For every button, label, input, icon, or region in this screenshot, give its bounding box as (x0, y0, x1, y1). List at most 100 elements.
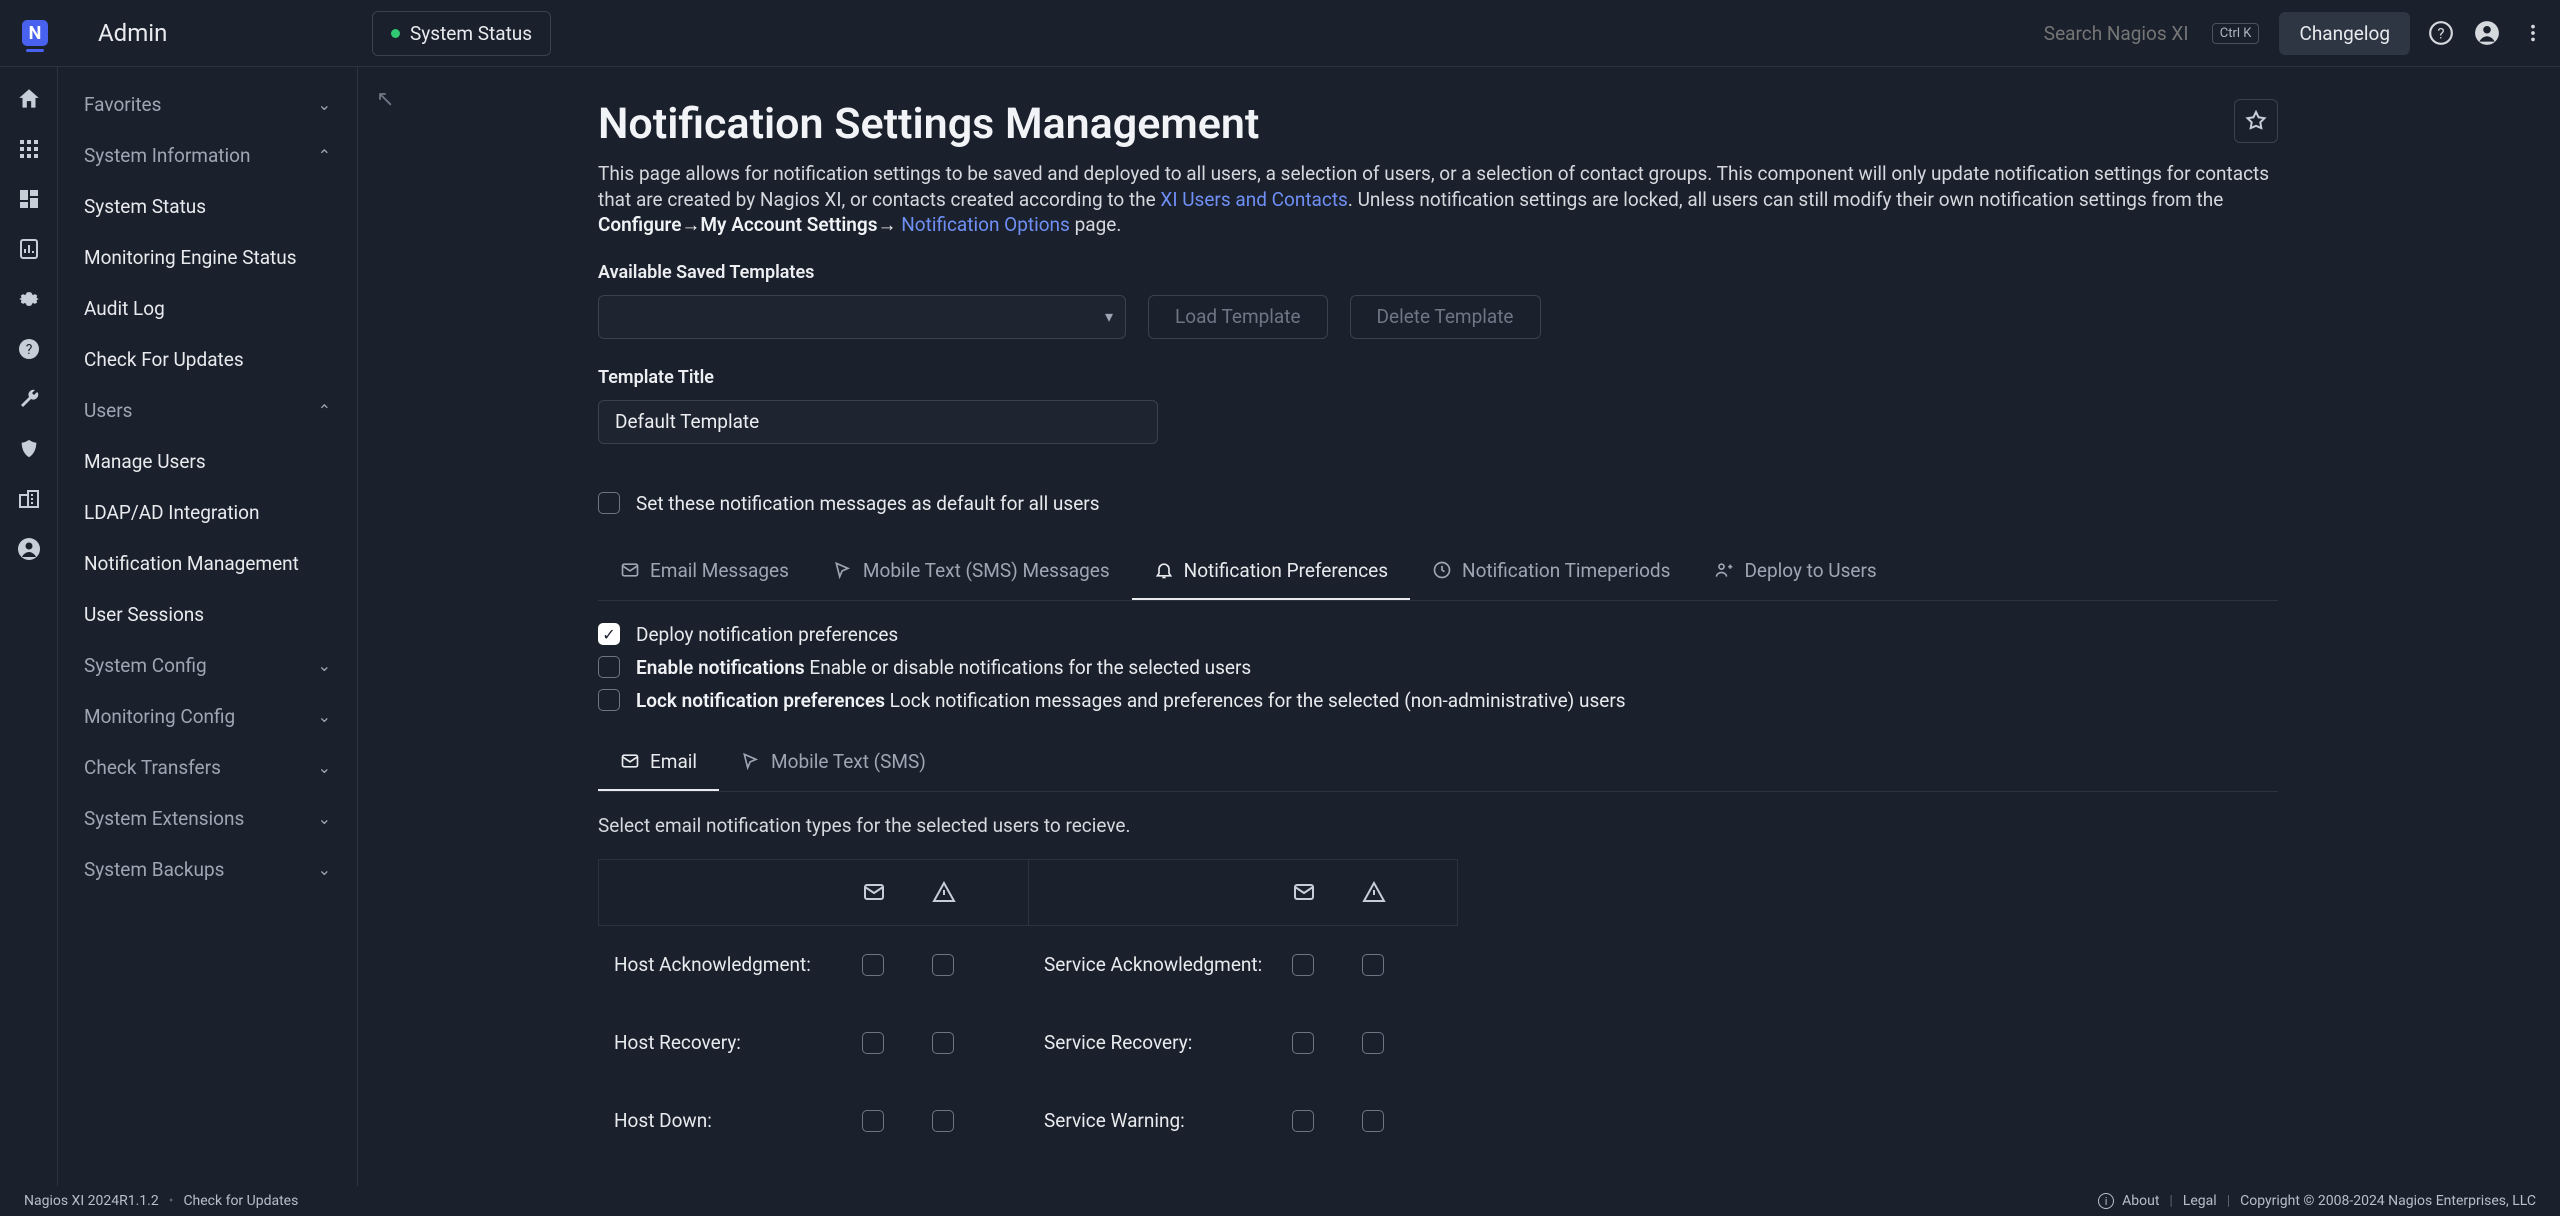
sidebar: Favorites⌄System Information⌃System Stat… (58, 67, 358, 1186)
notification-checkbox[interactable] (862, 1032, 884, 1054)
deploy-prefs-label: Deploy notification preferences (636, 623, 898, 646)
tab-deploy-to-users[interactable]: Deploy to Users (1692, 543, 1898, 600)
chevron-down-icon: ⌄ (318, 809, 331, 828)
help-icon[interactable]: ? (2426, 18, 2456, 48)
favorite-button[interactable] (2234, 99, 2278, 143)
help-rail-icon[interactable]: ? (15, 335, 43, 363)
tab-notification-preferences[interactable]: Notification Preferences (1132, 543, 1410, 600)
sidebar-group[interactable]: System Information⌃ (58, 130, 357, 181)
sidebar-item[interactable]: LDAP/AD Integration (58, 487, 357, 538)
notification-checkbox[interactable] (932, 954, 954, 976)
changelog-button[interactable]: Changelog (2279, 12, 2410, 55)
template-title-label: Template Title (598, 367, 2278, 388)
page-description: This page allows for notification settin… (598, 161, 2278, 238)
subtab-email[interactable]: Email (598, 734, 719, 791)
footer-version: Nagios XI 2024R1.1.2 (24, 1193, 159, 1209)
chevron-down-icon: ⌄ (318, 707, 331, 726)
sidebar-item[interactable]: System Status (58, 181, 357, 232)
apps-icon[interactable] (15, 135, 43, 163)
lock-prefs-checkbox[interactable] (598, 689, 620, 711)
user-rail-icon[interactable] (15, 535, 43, 563)
notification-checkbox[interactable] (1292, 1032, 1314, 1054)
notification-checkbox[interactable] (862, 954, 884, 976)
sidebar-item[interactable]: Manage Users (58, 436, 357, 487)
xi-users-link[interactable]: XI Users and Contacts (1160, 188, 1347, 211)
status-label: System Status (410, 22, 532, 45)
footer-check-updates-link[interactable]: Check for Updates (183, 1193, 298, 1209)
chevron-down-icon: ⌄ (318, 656, 331, 675)
home-icon[interactable] (15, 85, 43, 113)
deploy-prefs-checkbox[interactable]: ✓ (598, 623, 620, 645)
reports-icon[interactable] (15, 235, 43, 263)
sidebar-group[interactable]: System Extensions⌄ (58, 793, 357, 844)
sidebar-group[interactable]: Users⌃ (58, 385, 357, 436)
enterprise-icon[interactable] (15, 485, 43, 513)
sidebar-item[interactable]: Notification Management (58, 538, 357, 589)
notification-checkbox[interactable] (932, 1110, 954, 1132)
notification-row-label: Service Acknowledgment: (1028, 953, 1268, 976)
gear-icon[interactable] (15, 285, 43, 313)
chevron-down-icon: ⌄ (318, 758, 331, 777)
footer-copyright: Copyright © 2008-2024 Nagios Enterprises… (2240, 1193, 2536, 1209)
notification-options-link[interactable]: Notification Options (901, 213, 1070, 236)
alert-icon (909, 880, 979, 904)
mail-icon (1269, 880, 1339, 904)
notification-checkbox[interactable] (1362, 954, 1384, 976)
notification-row: Service Acknowledgment: (1028, 926, 1458, 1004)
sidebar-group[interactable]: Favorites⌄ (58, 79, 357, 130)
sidebar-group[interactable]: System Backups⌄ (58, 844, 357, 895)
delete-template-button[interactable]: Delete Template (1350, 295, 1541, 339)
page-title: Notification Settings Management (598, 99, 1259, 149)
sidebar-item[interactable]: User Sessions (58, 589, 357, 640)
template-title-input[interactable] (598, 400, 1158, 444)
subtab-mobile-text-sms-[interactable]: Mobile Text (SMS) (719, 734, 948, 791)
system-status-chip[interactable]: System Status (372, 11, 551, 56)
search-input[interactable] (2036, 16, 2206, 51)
svg-text:?: ? (2437, 24, 2444, 42)
status-dot-icon (391, 29, 400, 38)
tab-notification-timeperiods[interactable]: Notification Timeperiods (1410, 543, 1692, 600)
shield-icon[interactable] (15, 435, 43, 463)
notification-row-label: Host Down: (598, 1109, 838, 1132)
info-icon: i (2098, 1193, 2114, 1209)
notification-row-label: Service Warning: (1028, 1109, 1268, 1132)
enable-notifications-checkbox[interactable] (598, 656, 620, 678)
notification-row-label: Service Recovery: (1028, 1031, 1268, 1054)
notification-checkbox[interactable] (1362, 1032, 1384, 1054)
shortcut-hint: Ctrl K (2212, 23, 2260, 44)
more-icon[interactable] (2518, 18, 2548, 48)
notification-row: Host Unreachable: (598, 1160, 1028, 1186)
notification-checkbox[interactable] (1362, 1110, 1384, 1132)
sidebar-group[interactable]: Check Transfers⌄ (58, 742, 357, 793)
sidebar-item[interactable]: Monitoring Engine Status (58, 232, 357, 283)
tab-email-messages[interactable]: Email Messages (598, 543, 811, 600)
saved-templates-label: Available Saved Templates (598, 262, 2278, 283)
footer-legal-link[interactable]: Legal (2183, 1193, 2217, 1209)
dashboard-icon[interactable] (15, 185, 43, 213)
sidebar-item[interactable]: Check For Updates (58, 334, 357, 385)
default-all-checkbox[interactable] (598, 492, 620, 514)
tab-mobile-text-sms-messages[interactable]: Mobile Text (SMS) Messages (811, 543, 1132, 600)
mail-icon (839, 880, 909, 904)
back-arrow-icon[interactable]: ↖ (376, 87, 394, 112)
template-select[interactable]: ▾ (598, 295, 1126, 339)
notification-checkbox[interactable] (1292, 1110, 1314, 1132)
app-logo[interactable]: N (12, 20, 58, 46)
wrench-icon[interactable] (15, 385, 43, 413)
svg-text:?: ? (25, 342, 32, 358)
load-template-button[interactable]: Load Template (1148, 295, 1328, 339)
account-icon[interactable] (2472, 18, 2502, 48)
chevron-up-icon: ⌃ (318, 401, 331, 420)
footer-about-link[interactable]: About (2122, 1193, 2159, 1209)
notification-row-label: Host Acknowledgment: (598, 953, 838, 976)
chevron-up-icon: ⌃ (318, 146, 331, 165)
notification-row-label: Host Recovery: (598, 1031, 838, 1054)
sidebar-group[interactable]: Monitoring Config⌄ (58, 691, 357, 742)
default-all-label: Set these notification messages as defau… (636, 492, 1100, 515)
notification-checkbox[interactable] (932, 1032, 954, 1054)
sidebar-item[interactable]: Audit Log (58, 283, 357, 334)
sidebar-group[interactable]: System Config⌄ (58, 640, 357, 691)
notification-checkbox[interactable] (862, 1110, 884, 1132)
notification-row: Host Recovery: (598, 1004, 1028, 1082)
notification-checkbox[interactable] (1292, 954, 1314, 976)
